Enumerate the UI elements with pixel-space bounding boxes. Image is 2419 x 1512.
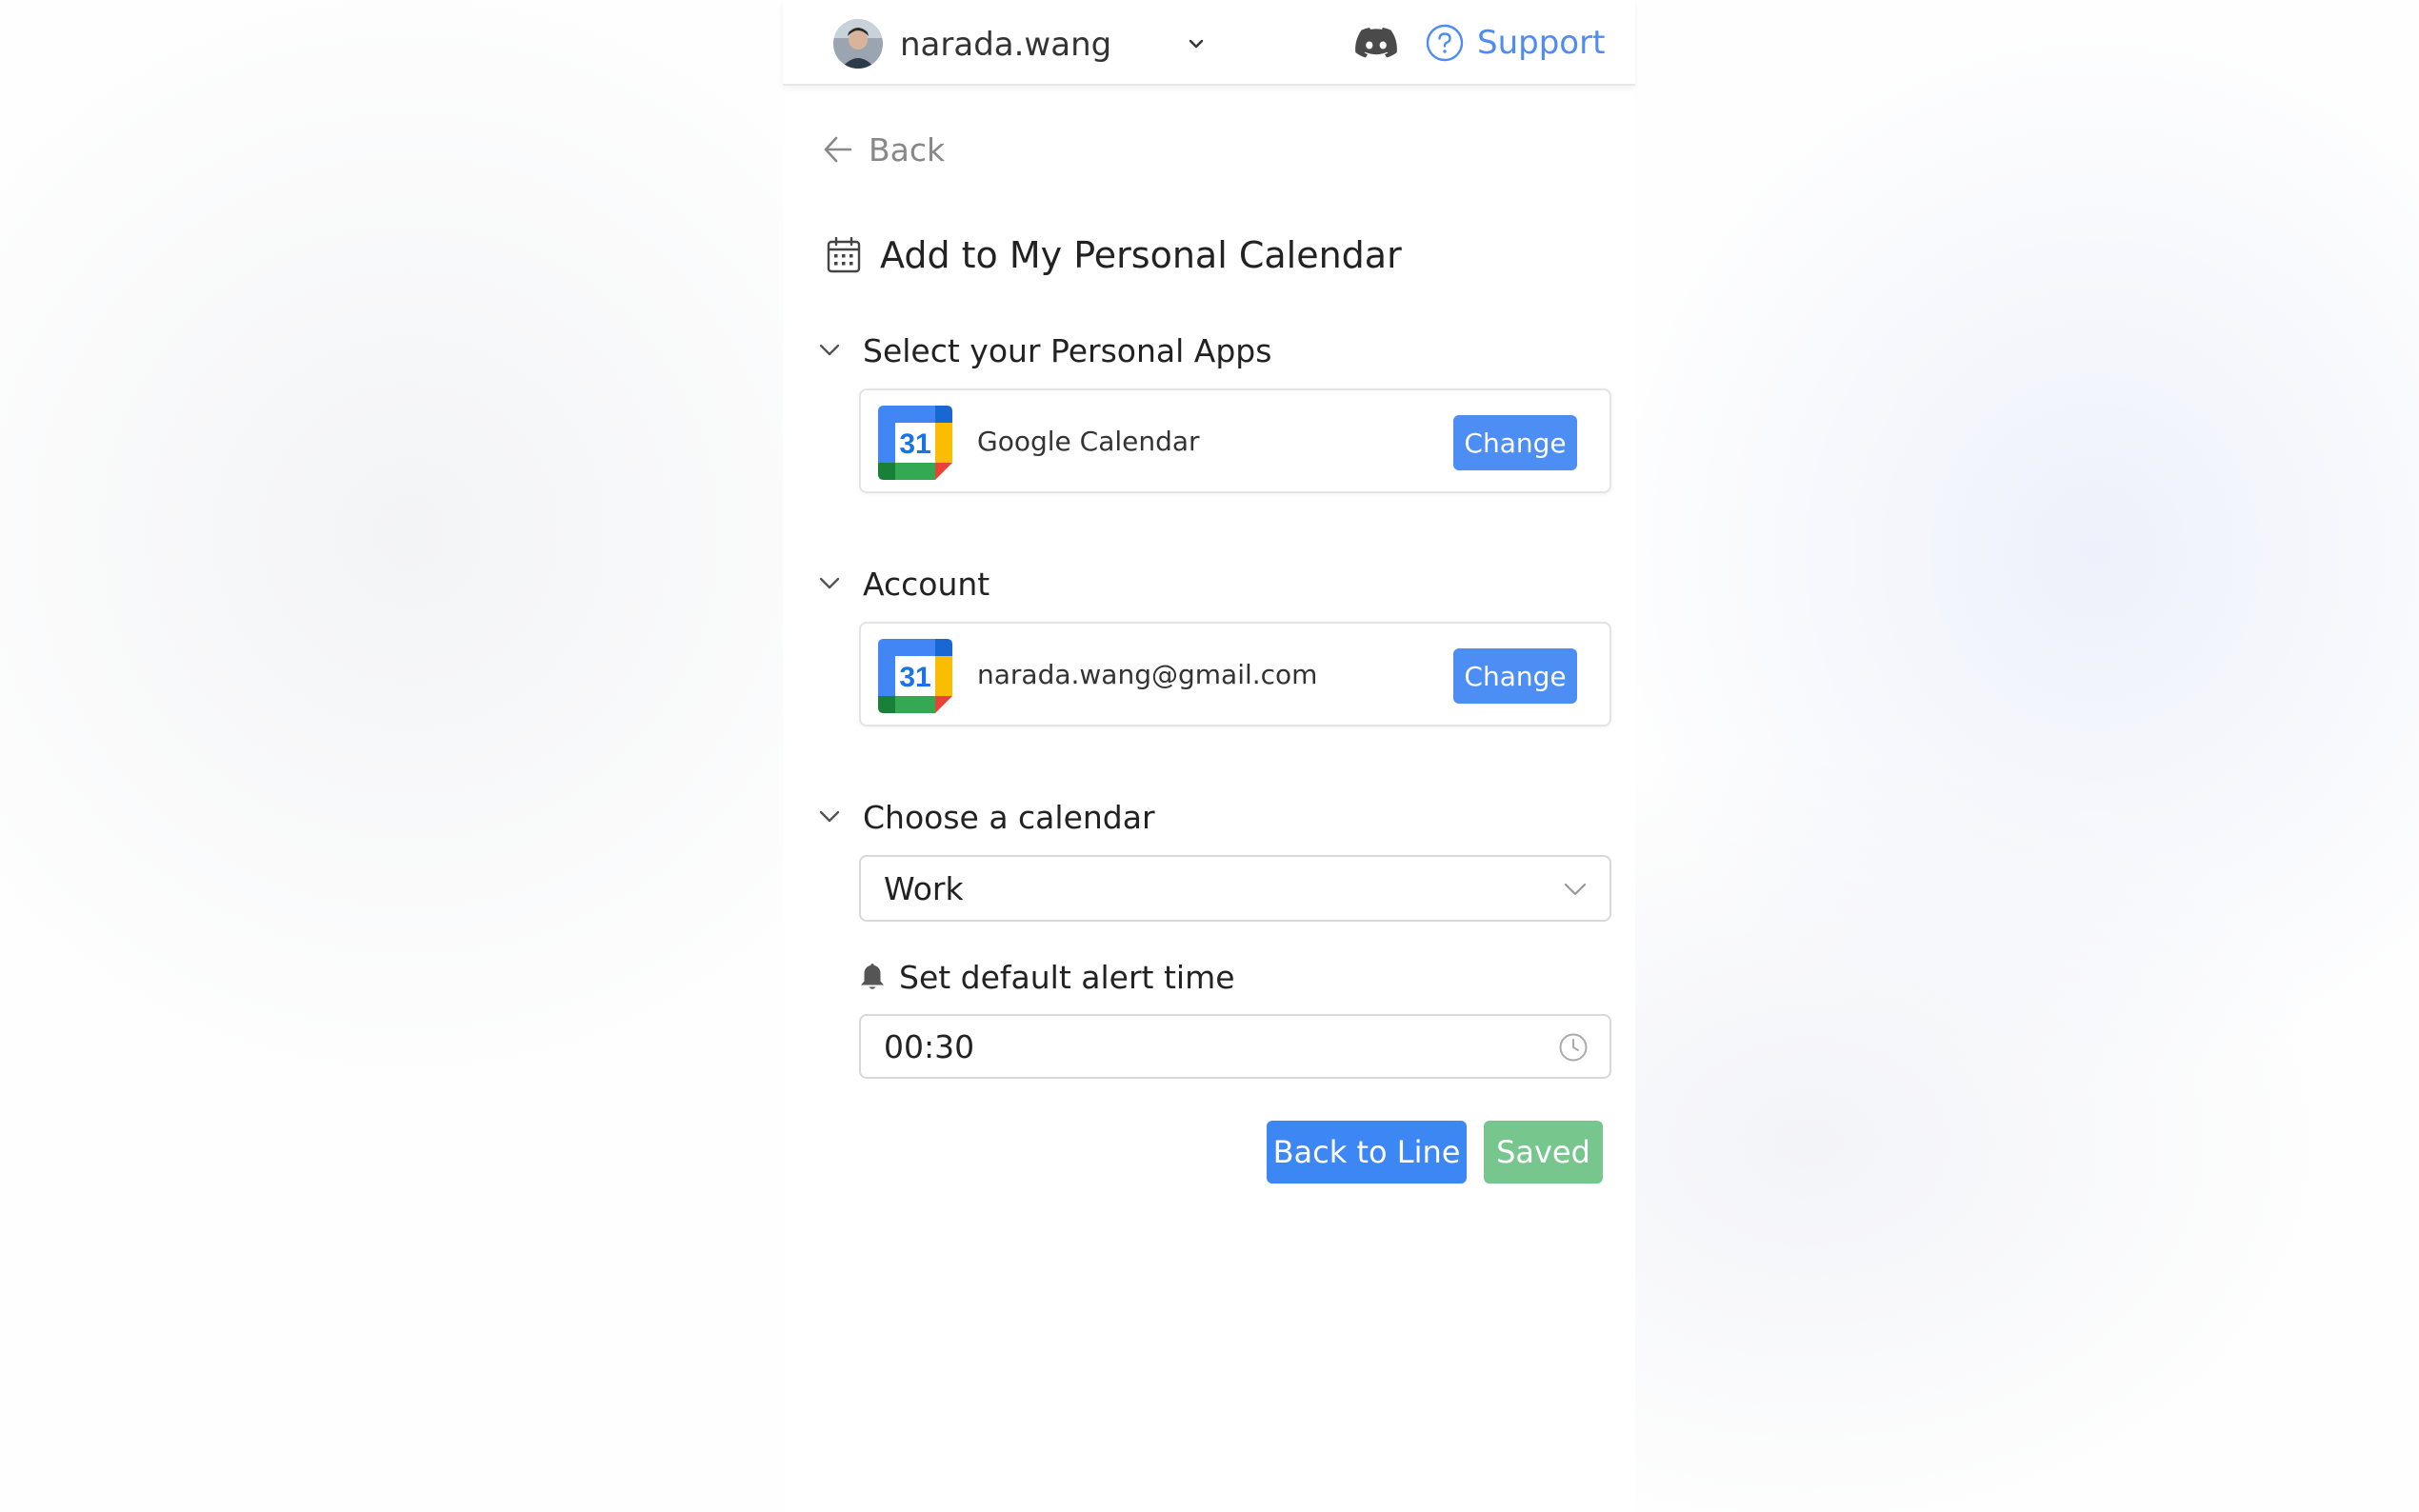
account-email: narada.wang@gmail.com: [977, 659, 1318, 690]
section-toggle-calendar[interactable]: Choose a calendar: [817, 795, 1155, 839]
chevron-down-icon: [819, 577, 840, 589]
username[interactable]: narada.wang: [900, 24, 1111, 66]
google-calendar-icon: 31: [878, 639, 952, 713]
back-to-line-button[interactable]: Back to Line: [1267, 1121, 1467, 1184]
page-title-row: Add to My Personal Calendar: [827, 229, 1402, 282]
chevron-down-icon: [1564, 883, 1587, 896]
svg-text:31: 31: [899, 428, 930, 460]
calendar-select-value: Work: [884, 870, 964, 907]
alert-time-input[interactable]: 00:30: [859, 1014, 1611, 1079]
clock-icon[interactable]: [1558, 1032, 1589, 1063]
avatar[interactable]: [833, 19, 883, 69]
chevron-down-icon: [819, 344, 840, 356]
saved-button[interactable]: Saved: [1484, 1121, 1603, 1184]
account-card: 31 narada.wang@gmail.com Change: [859, 622, 1611, 726]
selected-app-name: Google Calendar: [977, 426, 1200, 457]
section-toggle-personal-apps[interactable]: Select your Personal Apps: [817, 328, 1271, 372]
calendar-icon: [827, 237, 861, 273]
google-calendar-icon: 31: [878, 406, 952, 480]
svg-text:31: 31: [899, 662, 930, 693]
support-label: Support: [1477, 24, 1606, 62]
support-link[interactable]: Support: [1426, 21, 1605, 65]
arrow-left-icon: [824, 136, 852, 163]
question-circle-icon: [1426, 24, 1464, 62]
main-panel: narada.wang Support Back Add to My Perso…: [783, 0, 1635, 1512]
alert-time-label-row: Set default alert time: [859, 955, 1235, 999]
top-header: narada.wang Support: [783, 0, 1635, 86]
section-heading-calendar: Choose a calendar: [863, 798, 1155, 836]
section-toggle-account[interactable]: Account: [817, 562, 990, 606]
calendar-select[interactable]: Work: [859, 855, 1611, 922]
bell-icon: [861, 964, 884, 989]
alert-time-label: Set default alert time: [899, 958, 1235, 996]
alert-time-value: 00:30: [884, 1028, 975, 1065]
change-account-button[interactable]: Change: [1453, 648, 1577, 704]
back-label: Back: [869, 130, 946, 169]
section-heading-personal-apps: Select your Personal Apps: [863, 331, 1272, 369]
discord-icon[interactable]: [1354, 25, 1398, 63]
section-heading-account: Account: [863, 565, 990, 603]
page-title: Add to My Personal Calendar: [880, 234, 1402, 276]
back-button[interactable]: Back: [821, 128, 945, 171]
chevron-down-icon: [819, 810, 840, 823]
change-app-button[interactable]: Change: [1453, 415, 1577, 470]
chevron-down-icon[interactable]: [1185, 32, 1208, 55]
personal-app-card: 31 Google Calendar Change: [859, 388, 1611, 493]
